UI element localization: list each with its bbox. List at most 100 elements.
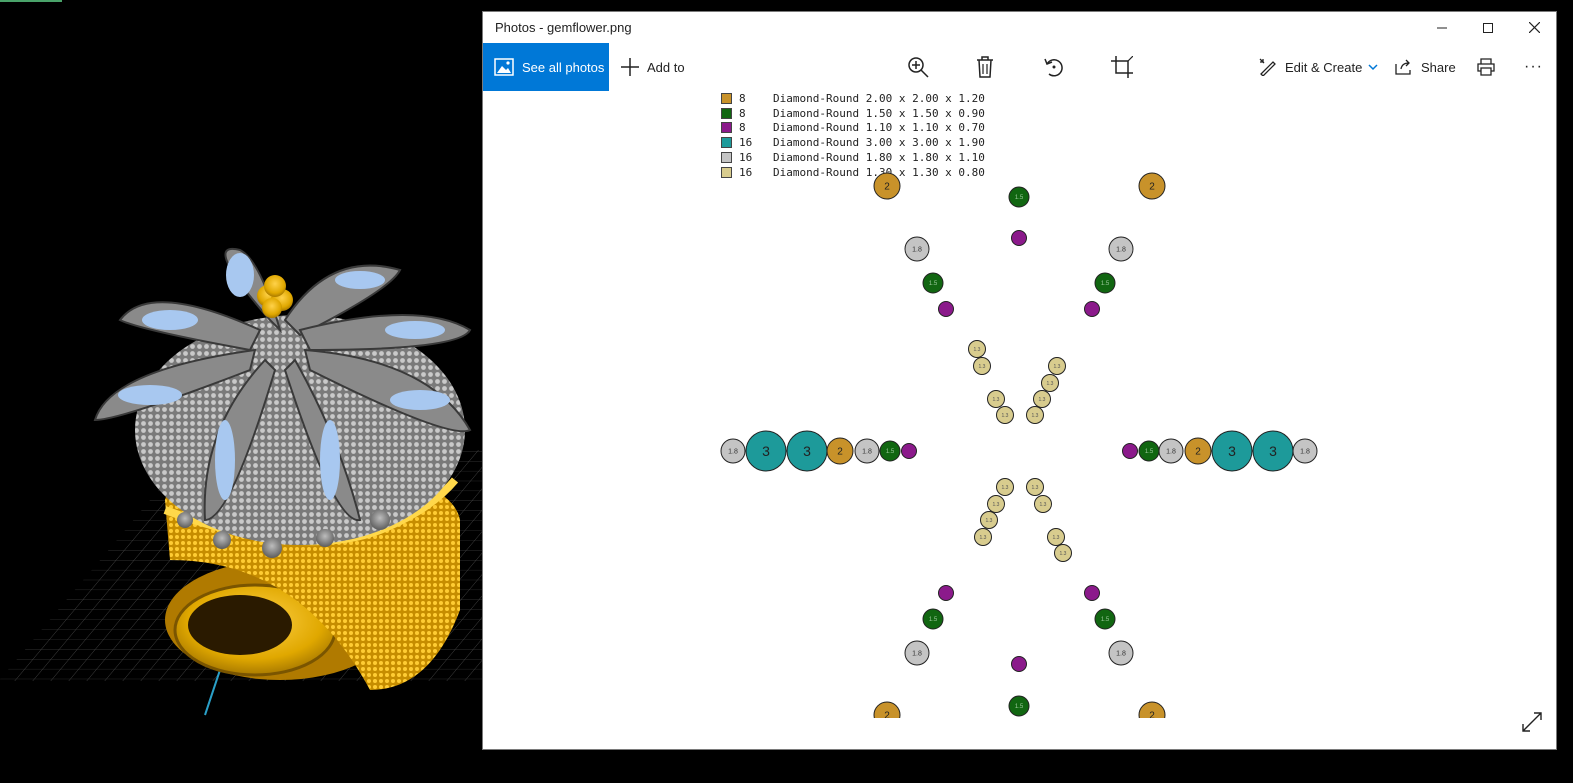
gem-marker xyxy=(938,585,954,601)
gem-size-label: 1.8 xyxy=(1116,247,1126,254)
close-button[interactable] xyxy=(1511,12,1556,43)
gem-size-label: 1.3 xyxy=(1054,364,1061,370)
zoom-in-button[interactable] xyxy=(907,43,929,91)
gem-size-label: 1.8 xyxy=(1166,449,1176,456)
gem-marker xyxy=(901,443,917,459)
gem-size-label: 1.5 xyxy=(1101,281,1110,287)
gem-marker: 1.3 xyxy=(1041,374,1059,392)
gem-layout-image: 2 1.5 2 1.8 1.8 1.5 1.5 1.3 1.3 1.3 1.3 1.3 1.3 1.3 1.… xyxy=(483,172,1556,749)
edit-create-icon xyxy=(1259,58,1276,76)
gem-size-label: 2 xyxy=(1149,182,1155,193)
gem-marker: 1.3 xyxy=(987,495,1005,513)
print-button[interactable] xyxy=(1477,43,1495,91)
gem-marker: 2 xyxy=(873,172,901,200)
viewport-indicator xyxy=(0,0,62,2)
rotate-button[interactable] xyxy=(1043,43,1065,91)
gem-marker: 3 xyxy=(786,430,828,472)
gem-circle xyxy=(1122,443,1138,459)
gem-size-label: 1.3 xyxy=(1002,485,1009,491)
photos-icon xyxy=(494,58,514,76)
gem-size-label: 1.3 xyxy=(979,364,986,370)
gem-marker: 1.3 xyxy=(1026,406,1044,424)
gem-size-label: 3 xyxy=(803,443,811,459)
plus-icon xyxy=(621,58,639,76)
delete-icon xyxy=(977,56,993,78)
gem-marker: 1.5 xyxy=(1008,695,1030,717)
gem-circle xyxy=(1011,230,1027,246)
minimize-icon xyxy=(1437,27,1447,28)
gem-marker: 1.5 xyxy=(1094,272,1116,294)
gem-size-label: 1.8 xyxy=(728,449,738,456)
gem-size-label: 1.3 xyxy=(1053,535,1060,541)
gem-circle xyxy=(901,443,917,459)
gem-marker: 1.3 xyxy=(1033,390,1051,408)
toolbar: See all photos Add to Edit & Create Shar… xyxy=(483,43,1556,91)
gem-size-label: 1.3 xyxy=(1032,413,1039,419)
gem-size-label: 1.5 xyxy=(1015,704,1024,710)
gem-circle xyxy=(938,585,954,601)
gem-marker: 1.3 xyxy=(973,357,991,375)
gem-size-label: 1.5 xyxy=(929,617,938,623)
gem-size-label: 2 xyxy=(884,182,890,193)
ring-3d-model-icon xyxy=(0,247,713,716)
gem-marker: 1.8 xyxy=(904,640,930,666)
gem-size-label: 2 xyxy=(837,447,843,458)
gem-marker: 1.5 xyxy=(1138,440,1160,462)
close-icon xyxy=(1528,22,1540,33)
gem-marker: 1.3 xyxy=(980,511,998,529)
share-label: Share xyxy=(1421,59,1456,75)
gem-circle xyxy=(1084,585,1100,601)
gem-marker xyxy=(938,301,954,317)
gem-marker: 3 xyxy=(1211,430,1253,472)
gem-marker: 1.3 xyxy=(1048,357,1066,375)
gem-size-label: 3 xyxy=(762,443,770,459)
gem-size-label: 1.3 xyxy=(974,347,981,353)
gem-marker: 1.3 xyxy=(968,340,986,358)
gem-marker xyxy=(1122,443,1138,459)
image-bottom-edge xyxy=(483,718,1556,749)
gem-marker: 1.8 xyxy=(1108,640,1134,666)
gem-marker: 1.5 xyxy=(1008,186,1030,208)
gem-size-label: 1.8 xyxy=(1116,651,1126,658)
gem-size-label: 1.3 xyxy=(1032,485,1039,491)
gem-size-label: 1.3 xyxy=(986,518,993,524)
edit-create-button[interactable]: Edit & Create xyxy=(1259,43,1378,91)
gem-marker xyxy=(1084,301,1100,317)
gem-size-label: 1.5 xyxy=(1145,449,1154,455)
gem-circle xyxy=(938,301,954,317)
gem-marker: 2 xyxy=(826,437,854,465)
gem-marker: 1.3 xyxy=(974,528,992,546)
gem-marker: 1.3 xyxy=(1047,528,1065,546)
maximize-button[interactable] xyxy=(1465,12,1511,43)
gem-size-label: 1.5 xyxy=(886,449,895,455)
gem-size-label: 3 xyxy=(1228,443,1236,459)
window-title: Photos - gemflower.png xyxy=(495,20,632,35)
gem-marker: 1.5 xyxy=(922,272,944,294)
gem-marker xyxy=(1011,230,1027,246)
gem-marker: 1.5 xyxy=(922,608,944,630)
add-to-button[interactable]: Add to xyxy=(621,43,685,91)
edit-create-label: Edit & Create xyxy=(1285,59,1363,75)
gem-circle xyxy=(1084,301,1100,317)
gem-marker: 1.3 xyxy=(1026,478,1044,496)
gem-marker: 1.8 xyxy=(854,438,880,464)
fullscreen-button[interactable] xyxy=(1522,712,1542,737)
image-viewer[interactable]: 8 Diamond-Round 2.00 x 2.00 x 1.20 8 Diamon… xyxy=(483,91,1556,749)
see-all-photos-button[interactable]: See all photos xyxy=(483,43,609,91)
cad-viewport[interactable] xyxy=(0,0,713,778)
gem-size-label: 3 xyxy=(1269,443,1277,459)
gem-marker: 1.8 xyxy=(1292,438,1318,464)
gem-marker: 1.8 xyxy=(904,236,930,262)
gem-size-label: 1.3 xyxy=(993,502,1000,508)
expand-icon xyxy=(1522,712,1542,732)
see-all-photos-label: See all photos xyxy=(522,59,605,75)
gem-marker: 1.3 xyxy=(1034,495,1052,513)
minimize-button[interactable] xyxy=(1419,12,1465,43)
gem-marker: 1.3 xyxy=(996,406,1014,424)
more-options-button[interactable]: ··· xyxy=(1524,43,1543,91)
gem-marker: 1.5 xyxy=(879,440,901,462)
gem-size-label: 1.5 xyxy=(929,281,938,287)
share-button[interactable]: Share xyxy=(1395,43,1456,91)
crop-button[interactable] xyxy=(1111,43,1133,91)
delete-button[interactable] xyxy=(976,43,994,91)
